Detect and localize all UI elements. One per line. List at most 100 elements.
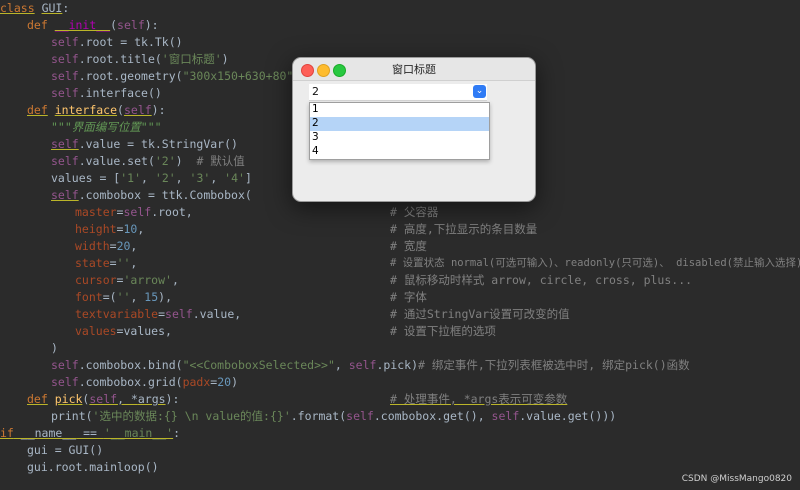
comment: # 处理事件, *args表示可变参数 — [390, 392, 568, 406]
code-text: values, — [123, 324, 172, 338]
code-line: values = ['1', '2', '3', '4'] — [51, 170, 252, 187]
code-line: def interface(self): — [27, 102, 166, 119]
keyword: class — [0, 1, 35, 15]
punct: ): — [151, 103, 166, 117]
comment: # 设置下拉框的选项 — [390, 324, 496, 338]
string-literal: '3' — [189, 171, 211, 185]
window-titlebar[interactable]: 窗口标题 — [293, 58, 535, 81]
self-ref: self — [51, 154, 79, 168]
string-literal: '' — [116, 290, 131, 304]
code-line: cursor='arrow', — [75, 272, 179, 289]
chevron-down-icon[interactable]: ⌄ — [473, 85, 486, 98]
dropdown-option-selected[interactable]: 2 — [310, 117, 489, 131]
code-line: font=('', 15), — [75, 289, 172, 306]
code-line: def __init__(self): — [27, 17, 159, 34]
code-line: self.combobox.bind("<<ComboboxSelected>>… — [51, 357, 690, 374]
comment: # 父容器 — [390, 205, 439, 219]
self-param: self — [123, 103, 152, 117]
code-line: textvariable=self.value, — [75, 306, 241, 323]
punct: ( — [109, 290, 117, 304]
self-ref: self — [123, 205, 152, 219]
code-text: , — [130, 239, 138, 253]
code-text: print( — [51, 409, 93, 423]
code-line: def pick(self, *args): — [27, 391, 179, 408]
string-literal: '4' — [224, 171, 245, 185]
string-literal: '1' — [120, 171, 142, 185]
punct: , * — [117, 392, 138, 406]
string-literal: 'arrow' — [123, 273, 172, 287]
punct: , — [334, 358, 349, 372]
code-text: , — [171, 273, 179, 287]
number-literal: 20 — [217, 375, 232, 389]
code-line: ) — [51, 341, 58, 355]
punct: = — [109, 256, 117, 270]
kwarg-name: width — [75, 239, 110, 253]
code-line: gui.root.mainloop() — [27, 460, 159, 474]
string-literal: '2' — [154, 154, 176, 168]
comment: # 宽度 — [390, 239, 427, 253]
kwarg-name: font — [75, 290, 103, 304]
code-text: .format( — [290, 409, 347, 423]
string-literal: '选中的数据:{} \n value的值:{}' — [92, 409, 291, 423]
punct: , — [130, 290, 145, 304]
self-ref: self — [51, 69, 79, 83]
keyword: def — [27, 103, 48, 117]
code-line: self.interface() — [51, 85, 162, 102]
punct: ): — [144, 18, 159, 32]
tk-window[interactable]: 窗口标题 2 ⌄ 1 2 3 4 — [292, 57, 536, 202]
code-text: ) — [175, 154, 183, 168]
self-param: self — [89, 392, 118, 406]
self-param: self — [117, 18, 145, 32]
punct: = — [102, 290, 110, 304]
punct: : — [173, 426, 181, 440]
code-text: .root = tk.Tk() — [78, 35, 183, 49]
code-line: self.combobox = ttk.Combobox( — [51, 187, 252, 204]
punct: ) — [231, 375, 238, 389]
code-line: gui = GUI() — [27, 443, 104, 457]
code-line: class GUI: — [0, 0, 69, 17]
kwarg-name: textvariable — [75, 307, 159, 321]
combobox-dropdown-list[interactable]: 1 2 3 4 — [309, 102, 490, 160]
dropdown-option[interactable]: 4 — [310, 145, 489, 159]
self-ref: self — [51, 137, 79, 151]
punct: ( — [117, 103, 124, 117]
code-line: self.root.geometry("300x150+630+80") — [51, 68, 300, 85]
self-ref: self — [51, 188, 79, 202]
string-literal: "<<ComboboxSelected>>" — [182, 358, 335, 372]
self-ref: self — [491, 409, 520, 423]
comment: # 高度,下拉显示的条目数量 — [390, 222, 538, 236]
punct: ( — [110, 18, 118, 32]
punct: ), — [158, 290, 173, 304]
punct: , — [141, 171, 155, 185]
code-line: self.value.set('2') # 默认值 — [51, 153, 245, 170]
combobox-value[interactable]: 2 — [312, 84, 319, 100]
dropdown-option[interactable]: 3 — [310, 131, 489, 145]
watermark: CSDN @MissMango0820 — [681, 474, 792, 484]
self-ref: self — [348, 358, 377, 372]
number-literal: 20 — [116, 239, 131, 253]
code-text: , — [137, 222, 145, 236]
string-literal: '__main__' — [103, 426, 174, 440]
self-ref: self — [51, 35, 79, 49]
kwarg-name: cursor — [75, 273, 117, 287]
keyword: if — [0, 426, 14, 440]
code-line: self.value = tk.StringVar() — [51, 136, 238, 153]
number-literal: 15 — [144, 290, 159, 304]
code-line: master=self.root, — [75, 204, 193, 221]
code-text: .combobox.get(), — [373, 409, 492, 423]
code-text: values = [ — [51, 171, 121, 185]
number-literal: 10 — [123, 222, 138, 236]
kwarg-name: master — [75, 205, 117, 219]
function-name: interface — [54, 103, 118, 117]
kwarg-name: values — [75, 324, 117, 338]
combobox[interactable]: 2 ⌄ — [309, 84, 487, 101]
punct: ): — [165, 392, 180, 406]
string-literal: '窗口标题' — [161, 52, 222, 66]
punct: ] — [244, 171, 252, 185]
code-line: self.combobox.grid(padx=20) — [51, 374, 238, 391]
code-text: .value = tk.StringVar() — [78, 137, 238, 151]
code-text: .combobox = ttk.Combobox( — [78, 188, 252, 202]
dropdown-option[interactable]: 1 — [310, 103, 489, 117]
args-param: args — [137, 392, 166, 406]
punct: , — [210, 171, 225, 185]
